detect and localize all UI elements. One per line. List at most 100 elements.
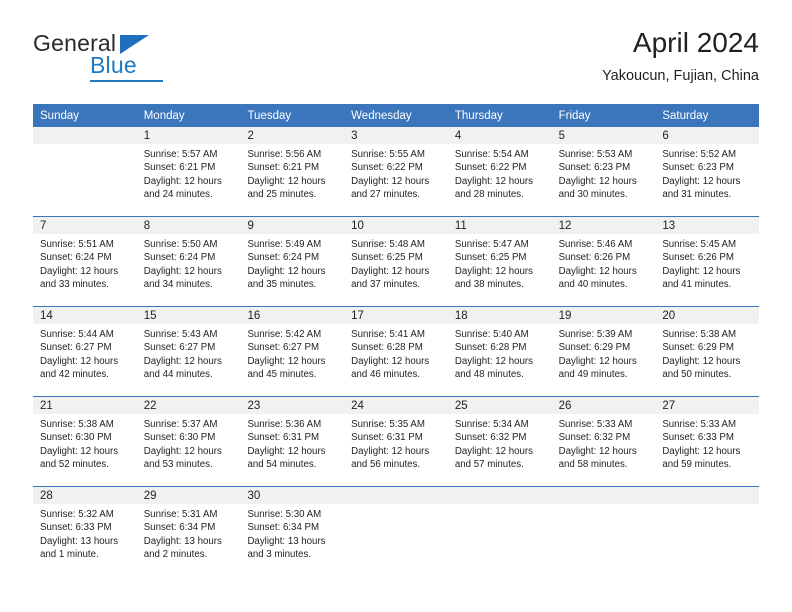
daylight-text: Daylight: 13 hours and 3 minutes. <box>247 535 326 561</box>
calendar-day-cell[interactable]: 3 Sunrise: 5:55 AM Sunset: 6:22 PM Daylight… <box>344 127 448 216</box>
sunrise-text: Sunrise: 5:38 AM <box>662 329 737 340</box>
calendar-day-cell[interactable]: 6 Sunrise: 5:52 AM Sunset: 6:23 PM Daylight… <box>655 127 760 216</box>
calendar-day-cell[interactable]: 19 Sunrise: 5:39 AM Sunset: 6:29 PM Dayligh… <box>551 307 656 396</box>
sunset-text: Sunset: 6:28 PM <box>454 342 527 354</box>
day-sun-info: Sunrise: 5:53 AM Sunset: 6:23 PM Daylight:… <box>552 144 656 202</box>
day-number: 12 <box>551 217 656 234</box>
day-number: 4 <box>447 127 552 144</box>
calendar-day-cell-empty <box>551 487 656 576</box>
day-sun-info: Sunrise: 5:49 AM Sunset: 6:24 PM Daylight:… <box>240 234 344 292</box>
calendar-day-cell[interactable]: 5 Sunrise: 5:53 AM Sunset: 6:23 PM Daylight… <box>551 127 656 216</box>
calendar-day-cell[interactable]: 29 Sunrise: 5:31 AM Sunset: 6:34 PM Dayligh… <box>136 487 241 576</box>
calendar-day-cell[interactable]: 10 Sunrise: 5:48 AM Sunset: 6:25 PM Dayligh… <box>344 217 448 306</box>
sunset-text: Sunset: 6:33 PM <box>662 432 734 444</box>
daylight-text: Daylight: 13 hours and 1 minute. <box>40 535 119 561</box>
calendar-day-cell[interactable]: 7 Sunrise: 5:51 AM Sunset: 6:24 PM Daylight… <box>33 217 137 306</box>
day-number: 15 <box>136 307 241 324</box>
calendar-day-cell-empty <box>344 487 448 576</box>
sunset-text: Sunset: 6:30 PM <box>143 432 216 444</box>
sunrise-text: Sunrise: 5:33 AM <box>662 419 737 430</box>
day-number: 21 <box>33 397 137 414</box>
calendar-day-cell[interactable]: 11 Sunrise: 5:47 AM Sunset: 6:25 PM Dayligh… <box>447 217 552 306</box>
daylight-text: Daylight: 12 hours and 34 minutes. <box>143 265 222 291</box>
sunrise-text: Sunrise: 5:43 AM <box>143 329 218 340</box>
day-sun-info: Sunrise: 5:44 AM Sunset: 6:27 PM Daylight:… <box>33 324 137 382</box>
sunset-text: Sunset: 6:27 PM <box>247 342 320 354</box>
calendar-day-cell[interactable]: 15 Sunrise: 5:43 AM Sunset: 6:27 PM Dayligh… <box>136 307 241 396</box>
calendar-day-cell[interactable]: 24 Sunrise: 5:35 AM Sunset: 6:31 PM Dayligh… <box>344 397 448 486</box>
day-number: 23 <box>240 397 345 414</box>
sunrise-text: Sunrise: 5:39 AM <box>558 329 633 340</box>
calendar-day-cell[interactable]: 9 Sunrise: 5:49 AM Sunset: 6:24 PM Daylight… <box>240 217 345 306</box>
day-sun-info: Sunrise: 5:35 AM Sunset: 6:31 PM Daylight:… <box>344 414 448 472</box>
sunrise-text: Sunrise: 5:36 AM <box>247 419 322 430</box>
calendar-day-cell[interactable]: 25 Sunrise: 5:34 AM Sunset: 6:32 PM Dayligh… <box>447 397 552 486</box>
calendar-grid: Sunday Monday Tuesday Wednesday Thursday… <box>33 104 760 576</box>
calendar-day-cell[interactable]: 17 Sunrise: 5:41 AM Sunset: 6:28 PM Dayligh… <box>344 307 448 396</box>
calendar-day-cell[interactable]: 12 Sunrise: 5:46 AM Sunset: 6:26 PM Dayligh… <box>551 217 656 306</box>
sunrise-text: Sunrise: 5:49 AM <box>247 239 322 250</box>
page-header: General Blue April 2024 Yakoucun, Fujian… <box>33 26 759 88</box>
day-sun-info: Sunrise: 5:57 AM Sunset: 6:21 PM Daylight:… <box>137 144 241 202</box>
day-number: 2 <box>240 127 345 144</box>
calendar-day-cell[interactable]: 16 Sunrise: 5:42 AM Sunset: 6:27 PM Dayligh… <box>240 307 345 396</box>
weekday-header-row: Sunday Monday Tuesday Wednesday Thursday… <box>33 104 759 127</box>
day-number: 1 <box>136 127 241 144</box>
calendar-day-cell[interactable]: 21 Sunrise: 5:38 AM Sunset: 6:30 PM Dayligh… <box>33 397 137 486</box>
sunrise-text: Sunrise: 5:47 AM <box>454 239 529 250</box>
calendar-day-cell[interactable]: 8 Sunrise: 5:50 AM Sunset: 6:24 PM Daylight… <box>136 217 241 306</box>
calendar-day-cell[interactable]: 26 Sunrise: 5:33 AM Sunset: 6:32 PM Dayligh… <box>551 397 656 486</box>
day-sun-info: Sunrise: 5:51 AM Sunset: 6:24 PM Daylight:… <box>33 234 137 292</box>
daylight-text: Daylight: 12 hours and 50 minutes. <box>662 355 741 381</box>
calendar-day-cell[interactable]: 18 Sunrise: 5:40 AM Sunset: 6:28 PM Dayligh… <box>447 307 552 396</box>
general-blue-logo[interactable]: General Blue <box>33 30 233 84</box>
day-sun-info: Sunrise: 5:50 AM Sunset: 6:24 PM Daylight:… <box>137 234 241 292</box>
daylight-text: Daylight: 12 hours and 31 minutes. <box>662 175 741 201</box>
day-number: 11 <box>447 217 552 234</box>
daylight-text: Daylight: 12 hours and 48 minutes. <box>454 355 533 381</box>
day-sun-info: Sunrise: 5:32 AM Sunset: 6:33 PM Daylight:… <box>33 504 137 562</box>
day-sun-info: Sunrise: 5:45 AM Sunset: 6:26 PM Daylight:… <box>655 234 759 292</box>
calendar-day-cell[interactable]: 13 Sunrise: 5:45 AM Sunset: 6:26 PM Dayligh… <box>655 217 760 306</box>
weekday-header-sunday: Sunday <box>40 110 80 122</box>
day-number: 13 <box>655 217 760 234</box>
calendar-day-cell[interactable]: 20 Sunrise: 5:38 AM Sunset: 6:29 PM Dayligh… <box>655 307 760 396</box>
calendar-week-row: 1 Sunrise: 5:57 AM Sunset: 6:21 PM Daylight… <box>33 127 760 216</box>
sunset-text: Sunset: 6:26 PM <box>558 252 631 264</box>
weekday-header-wednesday: Wednesday <box>351 110 412 122</box>
weekday-header-saturday: Saturday <box>662 110 709 122</box>
sunset-text: Sunset: 6:22 PM <box>351 162 423 174</box>
calendar-page: General Blue April 2024 Yakoucun, Fujian… <box>0 0 792 612</box>
calendar-day-cell[interactable]: 30 Sunrise: 5:30 AM Sunset: 6:34 PM Dayligh… <box>240 487 345 576</box>
day-number: 28 <box>33 487 137 504</box>
sunrise-text: Sunrise: 5:56 AM <box>247 149 322 160</box>
day-number: 17 <box>344 307 448 324</box>
sunset-text: Sunset: 6:21 PM <box>247 162 320 174</box>
calendar-day-cell[interactable]: 2 Sunrise: 5:56 AM Sunset: 6:21 PM Daylight… <box>240 127 345 216</box>
daylight-text: Daylight: 12 hours and 57 minutes. <box>454 445 533 471</box>
calendar-day-cell[interactable]: 23 Sunrise: 5:36 AM Sunset: 6:31 PM Dayligh… <box>240 397 345 486</box>
sunrise-text: Sunrise: 5:46 AM <box>558 239 633 250</box>
calendar-day-cell[interactable]: 28 Sunrise: 5:32 AM Sunset: 6:33 PM Dayligh… <box>33 487 137 576</box>
day-number: 5 <box>551 127 656 144</box>
location-subtitle: Yakoucun, Fujian, China <box>602 68 759 84</box>
day-number: 18 <box>447 307 552 324</box>
sunrise-text: Sunrise: 5:45 AM <box>662 239 737 250</box>
daylight-text: Daylight: 12 hours and 35 minutes. <box>247 265 326 291</box>
calendar-week-row: 14 Sunrise: 5:44 AM Sunset: 6:27 PM Dayligh… <box>33 306 760 396</box>
calendar-day-cell[interactable]: 1 Sunrise: 5:57 AM Sunset: 6:21 PM Daylight… <box>136 127 241 216</box>
sunset-text: Sunset: 6:29 PM <box>558 342 631 354</box>
calendar-day-cell[interactable]: 27 Sunrise: 5:33 AM Sunset: 6:33 PM Dayligh… <box>655 397 760 486</box>
daylight-text: Daylight: 12 hours and 58 minutes. <box>558 445 637 471</box>
calendar-day-cell[interactable]: 4 Sunrise: 5:54 AM Sunset: 6:22 PM Daylight… <box>447 127 552 216</box>
sunset-text: Sunset: 6:27 PM <box>143 342 216 354</box>
day-sun-info: Sunrise: 5:55 AM Sunset: 6:22 PM Daylight:… <box>344 144 448 202</box>
day-number: 26 <box>551 397 656 414</box>
calendar-day-cell[interactable]: 14 Sunrise: 5:44 AM Sunset: 6:27 PM Dayligh… <box>33 307 137 396</box>
sunset-text: Sunset: 6:27 PM <box>40 342 112 354</box>
day-number: 3 <box>344 127 448 144</box>
daylight-text: Daylight: 13 hours and 2 minutes. <box>143 535 222 561</box>
sunset-text: Sunset: 6:24 PM <box>40 252 112 264</box>
sunset-text: Sunset: 6:32 PM <box>454 432 527 444</box>
calendar-day-cell[interactable]: 22 Sunrise: 5:37 AM Sunset: 6:30 PM Dayligh… <box>136 397 241 486</box>
